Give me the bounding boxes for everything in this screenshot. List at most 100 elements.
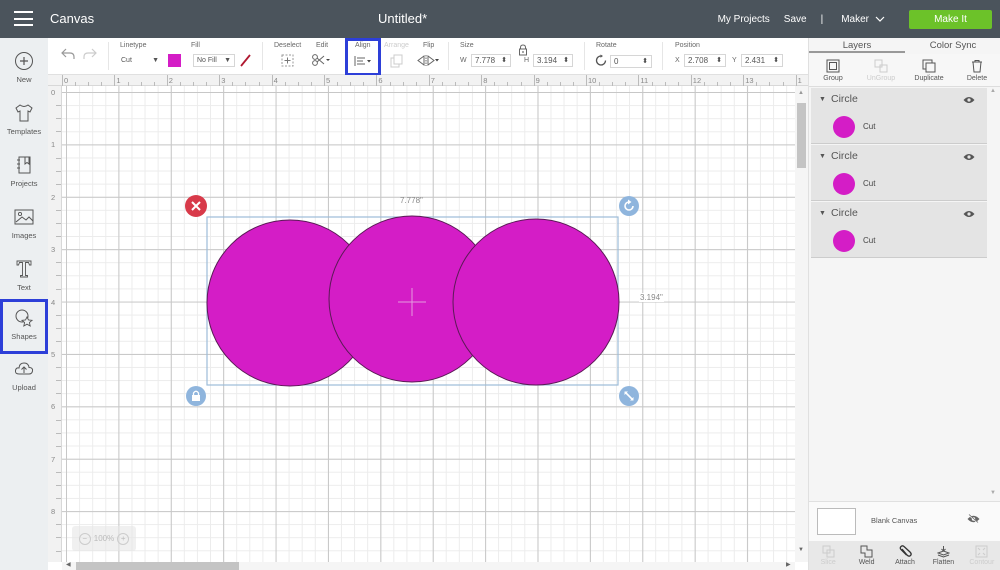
ungroup-icon xyxy=(874,59,888,72)
caret-down-icon[interactable]: ▼ xyxy=(819,96,826,103)
blank-canvas-swatch[interactable] xyxy=(817,508,856,535)
sidebar-item-images[interactable]: Images xyxy=(0,198,48,248)
ruler-tick xyxy=(324,75,325,86)
ruler-tick-label: 13 xyxy=(745,76,754,85)
attach-button[interactable]: Attach xyxy=(886,541,924,570)
delete-handle[interactable] xyxy=(185,195,207,217)
menu-icon[interactable] xyxy=(14,11,33,26)
undo-icon[interactable] xyxy=(60,47,76,61)
arrange-icon[interactable] xyxy=(390,54,406,68)
layers-scrollbar[interactable]: ▲ ▼ xyxy=(989,88,999,558)
sidebar-item-text[interactable]: Text xyxy=(0,250,48,300)
scroll-down-icon[interactable]: ▼ xyxy=(990,490,996,496)
document-title[interactable]: Untitled* xyxy=(378,11,427,26)
sidebar-item-shapes[interactable]: Shapes xyxy=(0,299,48,354)
slice-button[interactable]: Slice xyxy=(809,541,847,570)
width-input[interactable]: 7.778 ⬍ xyxy=(471,54,511,67)
horizontal-scroll-thumb[interactable] xyxy=(76,562,239,570)
layer-item[interactable]: ▼ Circle Cut xyxy=(811,145,987,201)
zoom-out-button[interactable]: − xyxy=(78,532,91,545)
vertical-scroll-thumb[interactable] xyxy=(797,103,806,168)
resize-handle[interactable] xyxy=(619,386,639,406)
sidebar-item-projects[interactable]: Projects xyxy=(0,146,48,196)
lock-aspect-icon[interactable] xyxy=(518,44,528,56)
save-button[interactable]: Save xyxy=(784,14,807,25)
design-canvas[interactable]: 7.778" 3.194" xyxy=(62,86,795,562)
ruler-tick-label: 1 xyxy=(51,140,56,150)
size-group: Size xyxy=(460,42,474,49)
group-button[interactable]: Group xyxy=(809,54,857,86)
eye-icon[interactable] xyxy=(963,96,975,104)
eye-hidden-icon[interactable] xyxy=(967,514,980,524)
layer-item[interactable]: ▼ Circle Cut xyxy=(811,202,987,258)
flatten-button[interactable]: Flatten xyxy=(924,541,962,570)
sidebar-item-label: Text xyxy=(17,283,31,292)
fill-select[interactable]: No Fill ▼ xyxy=(193,54,235,67)
sidebar-item-new[interactable]: New xyxy=(0,42,48,92)
selection-height-label: 3.194" xyxy=(639,293,664,302)
position-group: Position xyxy=(675,42,700,49)
no-fill-slash-icon[interactable] xyxy=(239,54,252,67)
align-label: Align xyxy=(355,42,371,49)
edit-toolbar: Linetype Cut ▼ Fill No Fill ▼ Deselect E… xyxy=(48,38,808,76)
sidebar-item-templates[interactable]: Templates xyxy=(0,94,48,144)
vertical-scrollbar[interactable]: ▲ ▼ xyxy=(795,86,808,562)
tab-layers[interactable]: Layers xyxy=(809,38,905,53)
height-input[interactable]: 3.194 ⬍ xyxy=(533,54,573,67)
ruler-tick xyxy=(62,75,63,86)
y-position-input[interactable]: 2.431 ⬍ xyxy=(741,54,783,67)
rotate-input[interactable]: 0 ⬍ xyxy=(610,55,652,68)
flip-icon[interactable] xyxy=(417,54,439,67)
combine-actions: Slice Weld Attach Flatten Contour xyxy=(809,541,1000,570)
deselect-icon[interactable] xyxy=(281,54,294,67)
scroll-up-icon[interactable]: ▲ xyxy=(990,88,996,94)
tab-color-sync[interactable]: Color Sync xyxy=(905,38,1000,53)
my-projects-link[interactable]: My Projects xyxy=(718,14,770,25)
horizontal-ruler: 0 1 2 3 4 5 6 7 8 9 10 11 12 13 1 xyxy=(48,75,836,86)
machine-select[interactable]: Maker xyxy=(841,14,885,25)
lock-handle[interactable] xyxy=(186,386,206,406)
ruler-tick xyxy=(56,550,61,552)
blank-canvas-label: Blank Canvas xyxy=(871,516,918,525)
blank-canvas-row[interactable]: Blank Canvas xyxy=(809,501,1000,541)
zoom-in-button[interactable]: + xyxy=(117,532,130,545)
align-left-icon[interactable] xyxy=(354,55,374,67)
x-position-input[interactable]: 2.708 ⬍ xyxy=(684,54,726,67)
ruler-tick xyxy=(271,75,273,86)
scroll-down-icon[interactable]: ▼ xyxy=(798,547,804,553)
horizontal-scrollbar[interactable]: ◀ ▶ xyxy=(62,562,795,570)
spinner-icon[interactable]: ⬍ xyxy=(716,57,722,64)
contour-button[interactable]: Contour xyxy=(963,541,1000,570)
caret-down-icon[interactable]: ▼ xyxy=(819,153,826,160)
eye-icon[interactable] xyxy=(963,153,975,161)
make-it-button[interactable]: Make It xyxy=(909,9,992,29)
width-value: 7.778 xyxy=(475,56,496,65)
layer-name: Circle xyxy=(831,207,858,219)
spinner-icon[interactable]: ⬍ xyxy=(501,57,507,64)
linetype-color-swatch[interactable] xyxy=(168,54,181,67)
circle-shape-3[interactable] xyxy=(452,218,620,386)
redo-icon[interactable] xyxy=(82,47,98,61)
ungroup-button[interactable]: UnGroup xyxy=(857,54,905,86)
duplicate-button[interactable]: Duplicate xyxy=(905,54,953,86)
spinner-icon[interactable]: ⬍ xyxy=(563,57,569,64)
linetype-select[interactable]: Cut ▼ xyxy=(118,54,162,67)
x-value: 2.708 xyxy=(688,56,709,65)
rotate-handle[interactable] xyxy=(619,196,639,216)
eye-icon[interactable] xyxy=(963,210,975,218)
deselect-label: Deselect xyxy=(274,42,302,49)
notebook-icon xyxy=(17,156,31,174)
selection-width-label: 7.778" xyxy=(400,196,423,205)
position-label: Position xyxy=(675,42,700,49)
scroll-left-icon[interactable]: ◀ xyxy=(66,561,71,568)
delete-button[interactable]: Delete xyxy=(953,54,1000,86)
scroll-right-icon[interactable]: ▶ xyxy=(786,561,791,568)
scissors-icon[interactable] xyxy=(311,53,331,67)
spinner-icon[interactable]: ⬍ xyxy=(642,58,648,65)
spinner-icon[interactable]: ⬍ xyxy=(773,57,779,64)
scroll-up-icon[interactable]: ▲ xyxy=(798,90,804,96)
sidebar-item-upload[interactable]: Upload xyxy=(0,354,48,404)
caret-down-icon[interactable]: ▼ xyxy=(819,210,826,217)
layer-item[interactable]: ▼ Circle Cut xyxy=(811,88,987,144)
weld-button[interactable]: Weld xyxy=(847,541,885,570)
